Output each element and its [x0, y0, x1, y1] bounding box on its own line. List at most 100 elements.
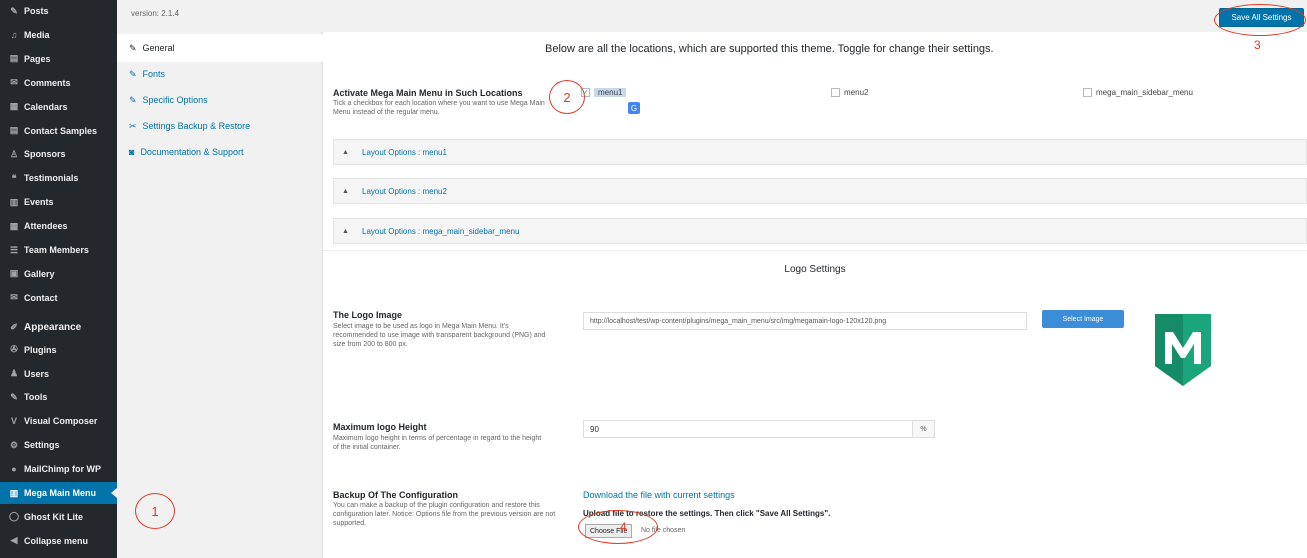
fonts-icon: ✎: [129, 68, 137, 79]
admin-menu-appearance[interactable]: ✐ Appearance: [0, 317, 117, 339]
admin-menu-visual-composer[interactable]: V Visual Composer: [0, 410, 117, 432]
admin-menu-mega-main-menu[interactable]: ▥ Mega Main Menu: [0, 482, 117, 504]
contact-icon: ▤: [9, 125, 19, 135]
admin-menu-comments[interactable]: ✉ Comments: [0, 72, 117, 94]
docs-icon: ◙: [129, 147, 135, 157]
mega-menu-icon: ▥: [9, 487, 19, 498]
logo-image-description: Select image to be used as logo in Mega …: [333, 323, 546, 348]
comments-icon: ✉: [10, 77, 18, 88]
logo-height-description: Maximum logo height in terms of percenta…: [333, 435, 542, 451]
admin-menu-settings[interactable]: ⚙ Settings: [0, 434, 117, 456]
callout-2: 2: [549, 80, 585, 114]
checkbox-icon[interactable]: [1083, 88, 1092, 97]
intro-text: Below are all the locations, which are s…: [545, 43, 994, 55]
accordion-title: Layout Options : menu1: [362, 147, 447, 157]
testimonials-icon: ❝: [11, 172, 17, 183]
accordion-menu1[interactable]: ▲ Layout Options : menu1: [333, 139, 1307, 165]
admin-menu-sponsors[interactable]: ♙ Sponsors: [0, 143, 117, 165]
admin-menu-label: Media: [24, 29, 50, 40]
select-image-button[interactable]: Select Image: [1042, 310, 1124, 328]
team-icon: ☰: [9, 244, 19, 255]
admin-menu-label: Ghost Kit Lite: [24, 511, 83, 522]
composer-icon: V: [10, 416, 17, 427]
admin-menu-label: Settings: [24, 440, 60, 451]
admin-menu-contact[interactable]: ✉ Contact: [0, 287, 117, 309]
plugins-icon: ✇: [10, 344, 18, 355]
admin-menu-label: Team Members: [24, 245, 89, 255]
checkbox-icon[interactable]: [831, 88, 840, 97]
admin-menu-calendars[interactable]: ▦ Calendars: [0, 96, 117, 118]
admin-menu-gallery[interactable]: ▣ Gallery: [0, 263, 117, 285]
location-label: menu2: [844, 88, 869, 97]
settings-panel: Below are all the locations, which are s…: [323, 32, 1307, 558]
admin-menu-mailchimp-for-wp[interactable]: ● MailChimp for WP: [0, 458, 117, 480]
admin-menu-posts[interactable]: ✎ Posts: [0, 0, 117, 22]
ghost-icon: ◯: [8, 511, 20, 522]
users-icon: ♟: [9, 368, 19, 378]
tools-icon: ✎: [10, 391, 18, 402]
callout-3: 3: [1254, 38, 1261, 52]
plugin-nav-general[interactable]: ✎ General: [117, 34, 323, 62]
admin-menu-label: MailChimp for WP: [24, 464, 101, 475]
admin-menu-label: Tools: [24, 392, 48, 403]
admin-menu-plugins[interactable]: ✇ Plugins: [0, 339, 117, 361]
admin-menu-label: Plugins: [24, 344, 57, 355]
accordion-sidebar-menu[interactable]: ▲ Layout Options : mega_main_sidebar_men…: [333, 218, 1307, 244]
pin-icon: ✎: [10, 5, 18, 16]
admin-menu-media[interactable]: ♫ Media: [0, 24, 117, 46]
admin-menu-label: Sponsors: [24, 149, 66, 160]
admin-menu-ghost-kit-lite[interactable]: ◯ Ghost Kit Lite: [0, 506, 117, 528]
accordion-title: Layout Options : mega_main_sidebar_menu: [362, 226, 520, 236]
accordion-menu2[interactable]: ▲ Layout Options : menu2: [333, 178, 1307, 204]
location-checkbox-sidebar-menu[interactable]: mega_main_sidebar_menu: [1083, 88, 1193, 97]
callout-4-ring: [578, 510, 658, 544]
admin-menu-pages[interactable]: ▤ Pages: [0, 48, 117, 70]
admin-menu-testimonials[interactable]: ❝ Testimonials: [0, 167, 117, 189]
callout-3-ring: [1214, 4, 1306, 36]
admin-menu-tools[interactable]: ✎ Tools: [0, 386, 117, 408]
logo-height-label: Maximum logo Height: [333, 422, 427, 432]
admin-menu-events[interactable]: ▥ Events: [0, 191, 117, 213]
media-icon: ♫: [10, 29, 18, 40]
location-label: mega_main_sidebar_menu: [1096, 88, 1193, 97]
plugin-nav: ✎ General ✎ Fonts ✎ Specific Options ✂ Settings…: [117, 32, 323, 558]
expand-icon[interactable]: ▲: [342, 149, 352, 156]
attendees-icon: ▦: [9, 220, 19, 231]
admin-menu-label: Contact: [24, 292, 58, 303]
expand-icon[interactable]: ▲: [342, 188, 352, 195]
unit-label[interactable]: %: [912, 421, 934, 437]
admin-menu-collapse-menu[interactable]: ◀ Collapse menu: [0, 530, 117, 552]
events-icon: ▥: [9, 196, 19, 207]
plugin-nav-fonts[interactable]: ✎ Fonts: [117, 60, 323, 88]
logo-settings-heading: Logo Settings: [784, 264, 846, 275]
admin-menu-label: Visual Composer: [24, 416, 98, 427]
plugin-nav-label: Specific Options: [142, 95, 208, 105]
admin-menu-label: Attendees: [24, 221, 68, 232]
download-settings-link[interactable]: Download the file with current settings: [583, 490, 735, 500]
admin-menu-label: Appearance: [24, 322, 82, 334]
admin-menu-label: Contact Samples: [24, 125, 98, 136]
plugin-nav-specific-options[interactable]: ✎ Specific Options: [117, 86, 323, 114]
plugin-nav-label: General: [142, 43, 175, 53]
settings-icon: ⚙: [9, 439, 19, 450]
logo-height-input[interactable]: 90 %: [583, 420, 935, 438]
location-checkbox-menu1[interactable]: ✓ menu1: [581, 88, 627, 97]
admin-menu-contact-samples[interactable]: ▤ Contact Samples: [0, 120, 117, 142]
admin-menu-attendees[interactable]: ▦ Attendees: [0, 215, 117, 237]
expand-icon[interactable]: ▲: [342, 228, 352, 235]
plugin-nav-documentation-support[interactable]: ◙ Documentation & Support: [117, 138, 323, 166]
logo-path-input[interactable]: http://localhost/test/wp-content/plugins…: [583, 312, 1027, 330]
collapse-icon: ◀: [10, 535, 18, 546]
gallery-icon: ▣: [9, 268, 19, 279]
specific-icon: ✎: [129, 94, 137, 105]
logo-image-label: The Logo Image: [333, 310, 403, 320]
admin-sidebar: ✎ Posts ♫ Media ▤ Pages ✉ Comments ▦ Calendars ▤ Co…: [0, 0, 117, 558]
location-checkbox-menu2[interactable]: menu2: [831, 88, 868, 97]
backup-description: You can make a backup of the plugin conf…: [333, 502, 556, 527]
admin-menu-team-members[interactable]: ☰ Team Members: [0, 239, 117, 261]
admin-menu-users[interactable]: ♟ Users: [0, 363, 117, 385]
translate-icon[interactable]: G: [628, 102, 640, 114]
callout-4: 4: [620, 520, 627, 534]
activate-label: Activate Mega Main Menu in Such Location…: [333, 88, 523, 98]
plugin-nav-settings-backup-restore[interactable]: ✂ Settings Backup & Restore: [117, 112, 323, 140]
